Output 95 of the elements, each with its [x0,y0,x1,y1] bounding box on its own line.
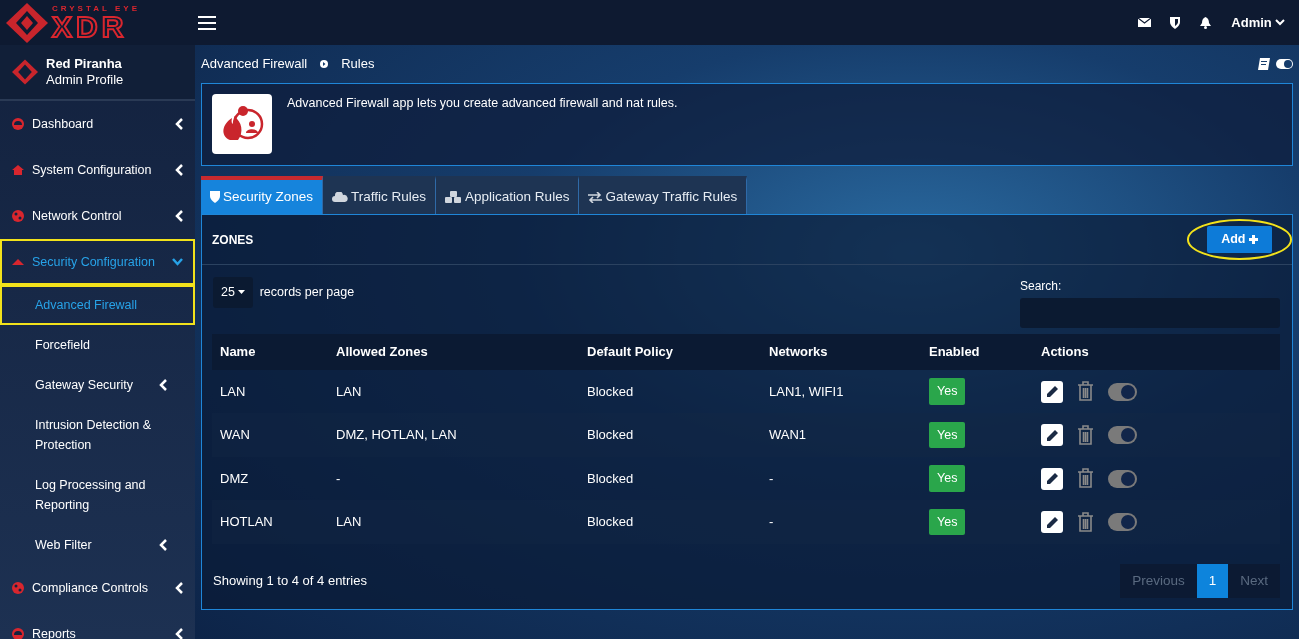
add-button[interactable]: Add [1207,226,1272,253]
shield-icon[interactable] [1170,16,1181,29]
caret-icon [238,290,246,295]
toggle-switch[interactable] [1108,426,1137,444]
page-button[interactable]: 1 [1196,563,1229,598]
cubes-icon [445,190,463,204]
arrow-circle-icon [320,60,329,68]
user-menu[interactable]: Admin [1230,11,1286,34]
sidebar-item[interactable]: System Configuration [0,147,195,193]
chevron-left-icon [175,628,183,639]
table-cell: Blocked [579,369,761,414]
table-cell-text: DMZ [219,469,250,488]
house-icon [12,164,24,176]
toggle-switch[interactable] [1108,469,1137,488]
chevron-down-icon [1275,19,1285,26]
pencil-icon [1045,428,1059,442]
pencil-icon [1045,472,1059,485]
bell-icon[interactable] [1199,16,1211,29]
sidebar-subitem[interactable]: Log Processing and Reporting [0,465,195,525]
sidebar-subitem[interactable]: Gateway Security [0,365,195,405]
sidebar-subitem[interactable]: Advanced Firewall [0,285,195,325]
chevron-left-icon [175,210,183,222]
toggle-switch[interactable] [1108,382,1137,401]
envelope-icon[interactable] [1137,18,1151,27]
sidebar-subitem[interactable]: Intrusion Detection & Protection [0,405,195,465]
chevron-left-icon [159,539,167,551]
trash-icon[interactable] [1077,511,1094,533]
panel-title: ZONES [212,231,254,249]
shield-icon [210,191,220,203]
column-header: Allowed Zones [328,334,579,370]
app-description: Advanced Firewall app lets you create advanced firewall and nat rules. [287,95,678,112]
trash-icon[interactable] [1077,381,1094,402]
chevron-left-icon [175,164,183,176]
table-cell: LAN1, WIFI1 [761,369,921,414]
chevron-left-icon [175,118,183,130]
tab[interactable]: Security Zones [201,176,324,214]
cloud-icon [332,192,349,202]
plus-icon [1249,235,1258,245]
column-header: Enabled [921,334,1033,370]
triangle-icon [12,256,24,268]
table-cell-text: - [335,469,342,488]
column-header: Default Policy [579,334,761,370]
pencil-icon [1045,385,1059,398]
pencil-icon [1045,515,1059,529]
gauge-icon [12,118,24,130]
edit-button[interactable] [1041,467,1063,490]
toggle-switch[interactable] [1108,513,1137,531]
profile-role: Admin Profile [46,72,124,89]
table-cell: LAN [328,369,579,414]
sidebar-item[interactable]: Dashboard [0,101,195,147]
tab[interactable]: Application Rules [436,176,580,214]
chevron-left-icon [175,582,183,594]
status-badge: Yes [929,421,966,449]
trash-icon[interactable] [1077,424,1094,446]
page-size-label: records per page [259,284,355,301]
sidebar-item[interactable]: Network Control [0,193,195,239]
edit-button[interactable] [1041,511,1063,533]
app-icon [212,94,272,154]
toggle-icon[interactable] [1276,59,1293,69]
globe-icon [12,210,24,222]
edit-button[interactable] [1041,424,1063,446]
table-cell-text: - [768,469,775,488]
chevron-down-icon [172,258,183,266]
trash-icon[interactable] [1077,468,1094,489]
page-size-select[interactable]: 25 [213,277,254,308]
brand-tagline: CRYSTAL EYE [52,5,140,13]
logo-icon [12,58,38,86]
status-badge: Yes [929,378,966,405]
sidebar-item[interactable]: Compliance Controls [0,565,195,611]
book-icon[interactable] [1257,58,1270,70]
column-header: Name [212,334,328,370]
column-header: Actions [1033,334,1280,370]
search-field[interactable] [1020,298,1280,329]
breadcrumb-current: Rules [341,55,375,74]
table-cell-text: Blocked [586,469,635,488]
status-badge: Yes [929,465,966,492]
table-cell: LAN [212,369,328,414]
globe-icon [12,582,24,594]
entries-summary: Showing 1 to 4 of 4 entries [213,572,367,591]
sidebar-item[interactable]: Security Configuration [0,239,195,285]
gauge-icon [12,628,24,639]
brand-name: XDR [52,13,128,40]
exchange-icon [588,191,603,203]
breadcrumb-link[interactable]: Advanced Firewall [201,54,308,74]
tab[interactable]: Gateway Traffic Rules [579,176,748,214]
edit-button[interactable] [1041,380,1063,403]
tab[interactable]: Traffic Rules [323,176,437,214]
sidebar-subitem[interactable]: Forcefield [0,325,195,365]
status-badge: Yes [929,508,966,536]
chevron-left-icon [159,379,167,391]
column-header: Networks [761,334,921,370]
menu-icon[interactable] [198,15,217,30]
profile-name: Red Piranha [46,55,123,72]
sidebar-subitem[interactable]: Web Filter [0,525,195,565]
search-label: Search: [1020,278,1063,295]
